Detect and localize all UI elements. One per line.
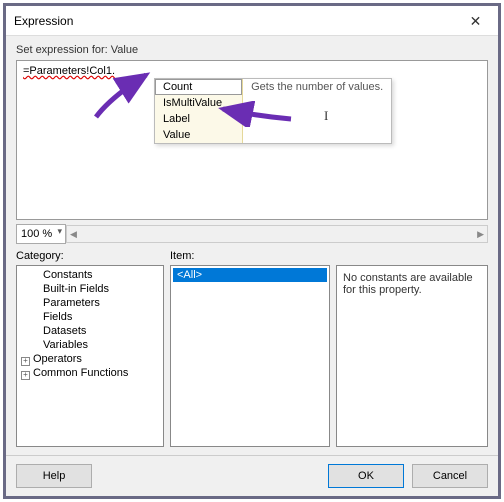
tree-item-fields[interactable]: Fields	[19, 310, 161, 324]
intellisense-item-count[interactable]: Count	[155, 79, 242, 95]
dialog-content: Set expression for: Value =Parameters!Co…	[6, 36, 498, 455]
horizontal-scrollbar[interactable]: ◀ ▶	[66, 225, 488, 243]
description-box: No constants are available for this prop…	[336, 265, 488, 447]
item-list[interactable]: <All>	[170, 265, 330, 447]
tree-item-datasets[interactable]: Datasets	[19, 324, 161, 338]
text-cursor-icon: I	[324, 108, 328, 124]
titlebar[interactable]: Expression ✕	[6, 6, 498, 36]
description-text: No constants are available for this prop…	[339, 268, 485, 300]
description-label	[336, 250, 488, 262]
item-label: Item:	[170, 250, 330, 262]
category-panel: Category: Constants Built-in Fields Para…	[16, 250, 164, 447]
expression-dialog: Expression ✕ Set expression for: Value =…	[3, 3, 501, 499]
zoom-select[interactable]	[16, 224, 66, 244]
expression-area: =Parameters!Col1. Count IsMultiValue Lab…	[16, 60, 488, 220]
annotation-arrow-2	[217, 101, 295, 127]
item-panel: Item: <All>	[170, 250, 330, 447]
dialog-title: Expression	[14, 14, 73, 28]
annotation-arrow-1	[91, 67, 161, 122]
description-panel: No constants are available for this prop…	[336, 250, 488, 447]
zoom-select-wrap	[16, 224, 66, 244]
tree-item-operators[interactable]: Operators	[19, 352, 161, 366]
intellisense-item-value[interactable]: Value	[155, 127, 242, 143]
ok-button[interactable]: OK	[328, 464, 404, 488]
set-expression-label: Set expression for: Value	[16, 44, 488, 56]
list-item-all[interactable]: <All>	[173, 268, 327, 282]
tree-item-constants[interactable]: Constants	[19, 268, 161, 282]
dialog-footer: Help OK Cancel	[6, 455, 498, 496]
tree-item-variables[interactable]: Variables	[19, 338, 161, 352]
close-icon[interactable]: ✕	[453, 6, 498, 36]
tree-item-common-functions[interactable]: Common Functions	[19, 366, 161, 380]
scroll-left-icon[interactable]: ◀	[70, 229, 77, 240]
intellisense-description: Gets the number of values.	[243, 79, 391, 97]
zoom-row: ◀ ▶	[16, 224, 488, 244]
category-tree[interactable]: Constants Built-in Fields Parameters Fie…	[16, 265, 164, 447]
scroll-right-icon[interactable]: ▶	[477, 229, 484, 240]
tree-item-parameters[interactable]: Parameters	[19, 296, 161, 310]
cancel-button[interactable]: Cancel	[412, 464, 488, 488]
help-button[interactable]: Help	[16, 464, 92, 488]
category-label: Category:	[16, 250, 164, 262]
panels-row: Category: Constants Built-in Fields Para…	[16, 250, 488, 447]
tree-item-builtin[interactable]: Built-in Fields	[19, 282, 161, 296]
